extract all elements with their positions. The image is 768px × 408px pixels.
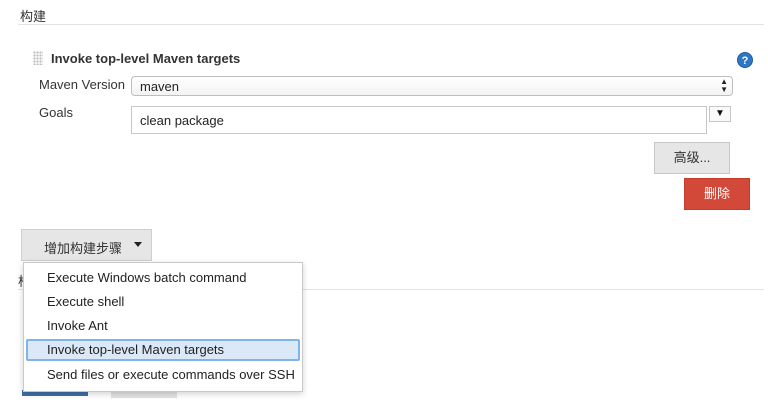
build-step-dropdown-menu: Execute Windows batch command Execute sh… [23, 262, 303, 392]
expand-textarea-button[interactable]: ▼ [709, 106, 731, 122]
menu-item-windows-batch[interactable]: Execute Windows batch command [26, 267, 300, 289]
menu-item-invoke-ant[interactable]: Invoke Ant [26, 315, 300, 337]
menu-item-invoke-maven[interactable]: Invoke top-level Maven targets [26, 339, 300, 361]
maven-version-select[interactable]: maven ▲ ▼ [131, 76, 733, 96]
delete-button[interactable]: 删除 [684, 178, 750, 210]
help-icon[interactable]: ? [737, 52, 753, 68]
build-step-title: Invoke top-level Maven targets [51, 51, 241, 66]
select-arrows-icon: ▲ ▼ [720, 77, 728, 94]
section-divider [18, 24, 764, 25]
add-build-step-label: 增加构建步骤 [44, 241, 123, 256]
apply-button-partial[interactable] [111, 392, 177, 398]
goals-label: Goals [39, 105, 73, 120]
drag-handle-icon[interactable] [33, 51, 43, 65]
advanced-button[interactable]: 高级... [654, 142, 730, 174]
add-build-step-button[interactable]: 增加构建步骤 [21, 229, 152, 261]
section-title: 构建 [20, 9, 47, 24]
menu-item-ssh[interactable]: Send files or execute commands over SSH [26, 364, 300, 386]
caret-down-icon [134, 242, 142, 247]
maven-version-value: maven [140, 79, 180, 94]
maven-version-label: Maven Version [39, 77, 125, 92]
goals-input[interactable]: clean package [131, 106, 707, 134]
menu-item-execute-shell[interactable]: Execute shell [26, 291, 300, 313]
